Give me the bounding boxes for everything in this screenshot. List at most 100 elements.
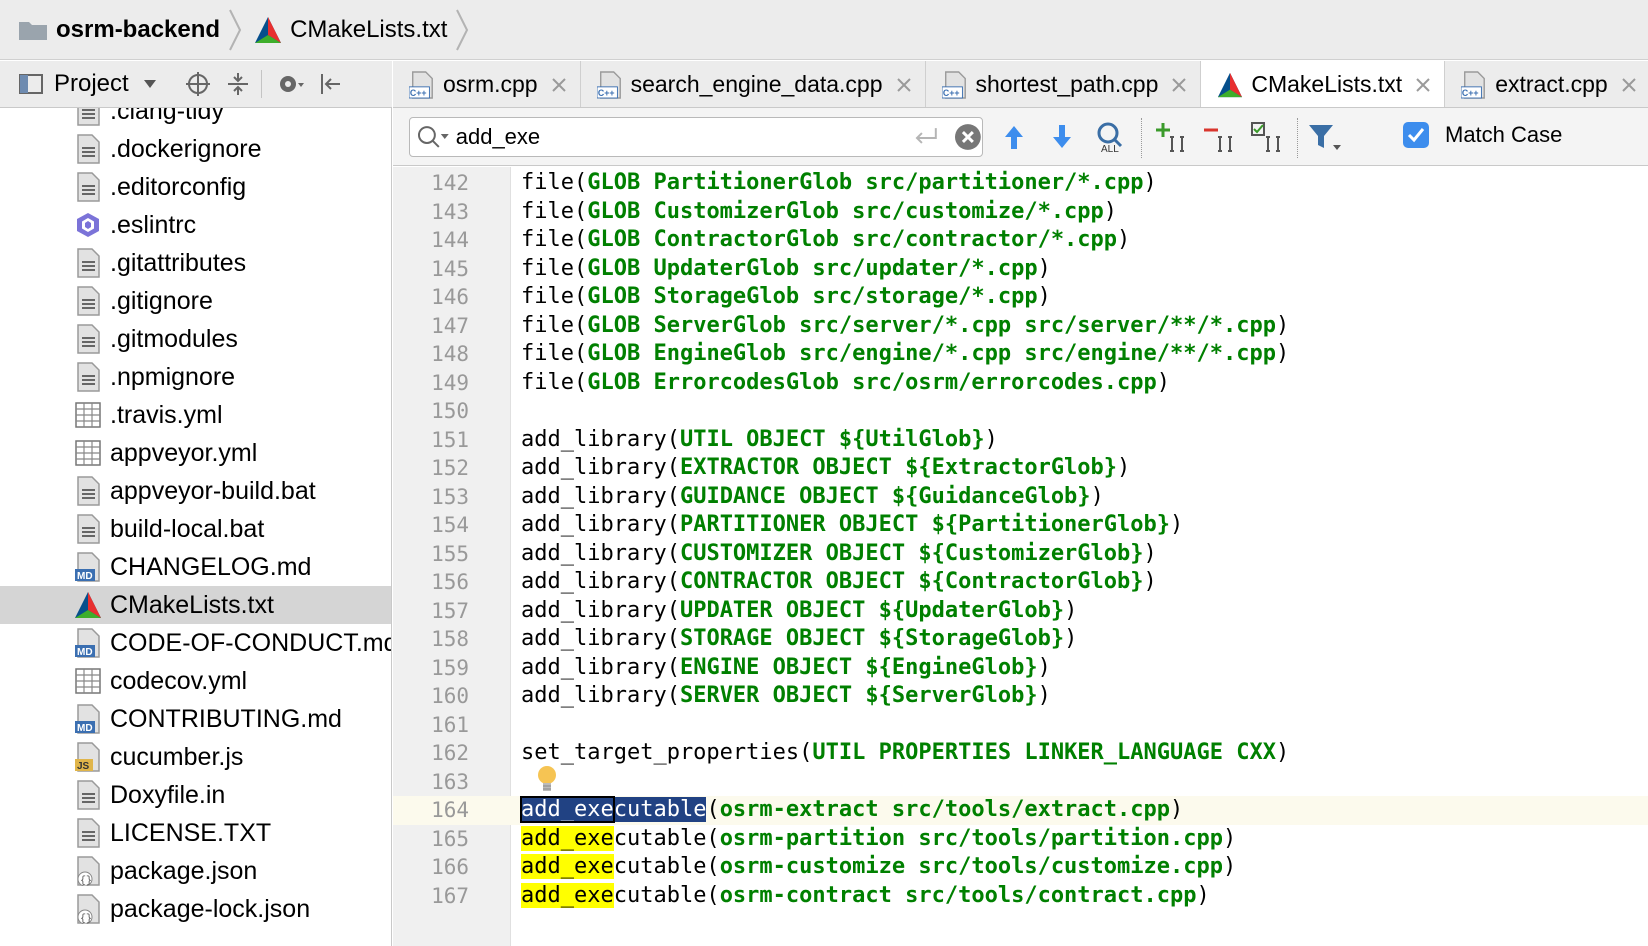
tree-item[interactable]: .clang-tidy [0,108,391,130]
add-occurrence-button[interactable] [1153,120,1187,154]
tree-item[interactable]: MD CONTRIBUTING.md [0,700,391,738]
filter-search-button[interactable] [1307,120,1341,154]
text-file-icon [77,514,100,544]
code-line[interactable]: 167 add_executable(osrm-contract src/tool… [393,882,1648,911]
tree-item[interactable]: build-local.bat [0,510,391,548]
clear-search-icon[interactable] [954,123,982,151]
remove-occurrence-button[interactable] [1201,120,1235,154]
search-icon[interactable] [416,124,450,150]
tree-item[interactable]: {} package.json [0,852,391,890]
code-token: ) [1223,854,1237,879]
breadcrumb-project-label: osrm-backend [56,15,221,43]
search-input[interactable] [455,124,873,150]
project-view-dropdown[interactable]: Project [54,70,129,98]
match-case-option[interactable]: Match Case [1403,122,1562,148]
tree-item[interactable]: .gitmodules [0,320,391,358]
tree-item[interactable]: MD CODE-OF-CONDUCT.md [0,624,391,662]
breadcrumb-file[interactable]: CMakeLists.txt [254,0,447,60]
settings-button[interactable] [274,67,308,101]
search-field[interactable] [409,117,983,157]
code-line[interactable]: 150 [393,397,1648,426]
code-line[interactable]: 148 file(GLOB EngineGlob src/engine/*.cpp… [393,340,1648,369]
close-tab-icon[interactable] [895,76,913,94]
tree-item[interactable]: appveyor.yml [0,434,391,472]
collapse-all-button[interactable] [221,67,255,101]
code-line[interactable]: 153 add_library(GUIDANCE OBJECT ${Guidanc… [393,483,1648,512]
code-token: ) [1276,740,1290,765]
tree-item[interactable]: CMakeLists.txt [0,586,391,624]
tree-item-label: .npmignore [110,362,236,391]
code-token: UTIL PROPERTIES LINKER_LANGUAGE CXX [812,740,1276,765]
line-number: 150 [431,399,469,423]
code-editor[interactable]: 142 file(GLOB PartitionerGlob src/partiti… [393,167,1648,946]
find-all-button[interactable]: ALL [1093,120,1127,154]
code-line[interactable]: 145 file(GLOB UpdaterGlob src/updater/*.c… [393,255,1648,284]
code-line[interactable]: 160 add_library(SERVER OBJECT ${ServerGlo… [393,682,1648,711]
close-tab-icon[interactable] [550,76,568,94]
tree-item[interactable]: .eslintrc [0,206,391,244]
tree-item[interactable]: .gitattributes [0,244,391,282]
code-token: ENGINE OBJECT ${EngineGlob} [679,654,1038,680]
editor-tab[interactable]: C++ search_engine_data.cpp [581,61,926,107]
code-line[interactable]: 144 file(GLOB ContractorGlob src/contract… [393,226,1648,255]
code-line[interactable]: 146 file(GLOB StorageGlob src/storage/*.c… [393,283,1648,312]
code-line[interactable]: 154 add_library(PARTITIONER OBJECT ${Part… [393,511,1648,540]
tree-item[interactable]: .travis.yml [0,396,391,434]
code-line[interactable]: 147 file(GLOB ServerGlob src/server/*.cpp… [393,312,1648,341]
match-case-checkbox[interactable] [1403,122,1429,148]
locate-file-button[interactable] [181,67,215,101]
code-line[interactable]: 156 add_library(CONTRACTOR OBJECT ${Contr… [393,568,1648,597]
code-line[interactable]: 162 set_target_properties(UTIL PROPERTIES… [393,739,1648,768]
editor-tab[interactable]: C++ osrm.cpp [393,61,581,107]
close-tab-icon[interactable] [1170,76,1188,94]
tree-item[interactable]: appveyor-build.bat [0,472,391,510]
tree-item[interactable]: .dockerignore [0,130,391,168]
tree-item[interactable]: Doxyfile.in [0,776,391,814]
arrow-down-icon [1053,125,1071,148]
project-tree[interactable]: .clang-tidy .dockerignore .editorconfig .es… [0,108,392,946]
previous-occurrence-button[interactable] [997,120,1031,154]
editor-tab[interactable]: CMakeLists.txt [1201,61,1446,107]
code-token: UTIL OBJECT ${UtilGlob} [679,426,985,452]
tree-item[interactable]: .gitignore [0,282,391,320]
code-line[interactable]: 155 add_library(CUSTOMIZER OBJECT ${Custo… [393,540,1648,569]
code-text: file(GLOB EngineGlob src/engine/*.cpp sr… [521,340,1289,369]
next-occurrence-button[interactable] [1045,120,1079,154]
tree-item[interactable]: .editorconfig [0,168,391,206]
text-file-icon [77,248,100,278]
code-token: file( [521,170,588,195]
code-line[interactable]: 164 add_executable(osrm-extract src/tools… [393,796,1648,825]
close-tab-icon[interactable] [1620,76,1638,94]
code-line[interactable]: 158 add_library(STORAGE OBJECT ${StorageG… [393,625,1648,654]
code-line[interactable]: 157 add_library(UPDATER OBJECT ${UpdaterG… [393,597,1648,626]
tree-item[interactable]: codecov.yml [0,662,391,700]
code-line[interactable]: 151 add_library(UTIL OBJECT ${UtilGlob}) [393,426,1648,455]
code-line[interactable]: 165 add_executable(osrm-partition src/too… [393,825,1648,854]
tree-item[interactable]: LICENSE.TXT [0,814,391,852]
close-tab-icon[interactable] [1414,76,1432,94]
code-line[interactable]: 142 file(GLOB PartitionerGlob src/partiti… [393,169,1648,198]
tree-item[interactable]: MD CHANGELOG.md [0,548,391,586]
lightbulb-icon[interactable] [536,765,558,795]
code-line[interactable]: 159 add_library(ENGINE OBJECT ${EngineGlo… [393,654,1648,683]
code-line[interactable]: 143 file(GLOB CustomizerGlob src/customiz… [393,198,1648,227]
tree-item[interactable]: {} package-lock.json [0,890,391,928]
code-line[interactable]: 166 add_executable(osrm-customize src/too… [393,853,1648,882]
tree-item[interactable]: JS cucumber.js [0,738,391,776]
collapse-icon [227,73,248,95]
code-line[interactable]: 149 file(GLOB ErrorcodesGlob src/osrm/err… [393,369,1648,398]
chevron-down-icon[interactable] [143,79,157,89]
tab-label: extract.cpp [1495,71,1608,97]
code-token: ) [1037,284,1051,309]
code-line[interactable]: 152 add_library(EXTRACTOR OBJECT ${Extrac… [393,454,1648,483]
select-all-occurrences-button[interactable] [1249,120,1283,154]
code-line[interactable]: 163 [393,768,1648,797]
code-token: ) [1170,797,1184,822]
code-line[interactable]: 161 [393,711,1648,740]
editor-tab[interactable]: C++ shortest_path.cpp [926,61,1202,107]
breadcrumb-project[interactable]: osrm-backend [18,0,220,60]
tree-item[interactable]: .npmignore [0,358,391,396]
editor-tab[interactable]: C++ extract.cpp [1445,61,1648,107]
code-token: add_library( [521,654,680,680]
hide-panel-button[interactable] [314,67,348,101]
